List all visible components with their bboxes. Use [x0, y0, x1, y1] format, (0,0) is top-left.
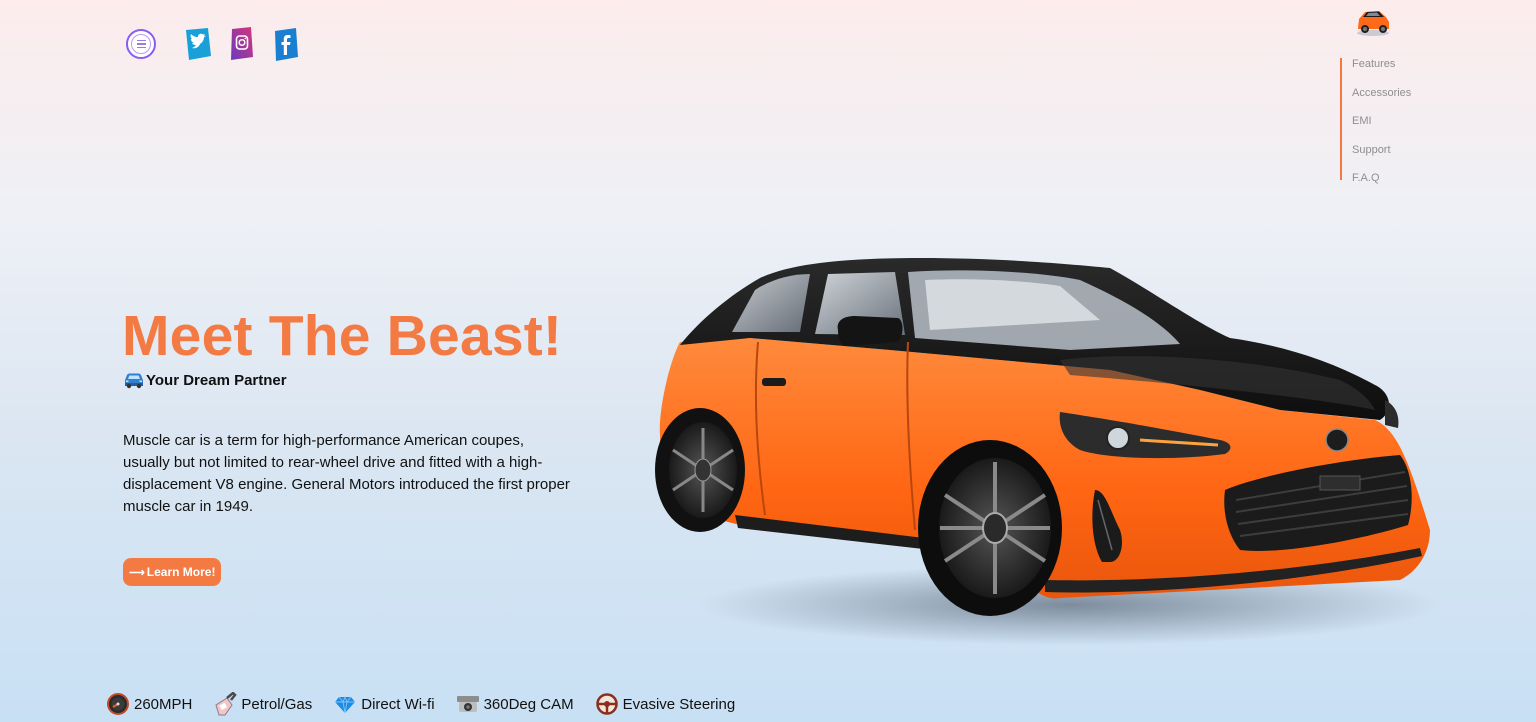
nav-item-support[interactable]: Support — [1352, 136, 1411, 165]
learn-more-button[interactable]: ⟶ Learn More! — [123, 558, 222, 586]
brand-car-logo[interactable] — [1353, 2, 1393, 38]
nav-item-faq[interactable]: F.A.Q — [1352, 164, 1411, 193]
instagram-icon[interactable] — [228, 26, 256, 62]
feature-speed-label: 260MPH — [134, 695, 193, 713]
feature-wifi-label: Direct Wi-fi — [361, 695, 435, 713]
top-icon-bar — [126, 26, 300, 62]
fuel-pump-icon — [213, 692, 238, 716]
feature-fuel: Petrol/Gas — [213, 692, 312, 716]
menu-icon[interactable] — [126, 29, 156, 59]
feature-steering-label: Evasive Steering — [622, 695, 736, 713]
feature-camera-label: 360Deg CAM — [483, 695, 574, 713]
steering-wheel-icon — [595, 692, 619, 716]
speedometer-icon — [106, 692, 130, 716]
nav-item-emi[interactable]: EMI — [1352, 107, 1411, 136]
arrow-icon: ⟶ — [129, 566, 145, 579]
learn-more-label: Learn More! — [146, 565, 216, 579]
hero-title: Meet The Beast! — [122, 304, 563, 368]
feature-steering: Evasive Steering — [595, 692, 736, 716]
hero-subtitle-text: Your Dream Partner — [146, 371, 287, 389]
feature-wifi: Direct Wi-fi — [333, 692, 435, 716]
side-nav: Features Accessories EMI Support F.A.Q — [1340, 58, 1411, 184]
facebook-icon[interactable] — [272, 26, 300, 62]
feature-speed: 260MPH — [106, 692, 192, 716]
camera-icon — [456, 692, 480, 716]
twitter-icon[interactable] — [184, 26, 212, 62]
feature-bar: 260MPH Petrol/Gas Direct Wi-fi 360Deg CA… — [106, 692, 756, 716]
nav-item-features[interactable]: Features — [1352, 50, 1411, 79]
hero-description: Muscle car is a term for high-performanc… — [123, 432, 570, 515]
hero-subtitle: Your Dream Partner — [123, 371, 287, 389]
feature-fuel-label: Petrol/Gas — [241, 695, 313, 713]
hero-car-image — [640, 250, 1440, 650]
nav-item-accessories[interactable]: Accessories — [1352, 79, 1411, 108]
wifi-icon — [333, 692, 357, 716]
car-icon — [125, 373, 143, 389]
feature-camera: 360Deg CAM — [456, 692, 574, 716]
